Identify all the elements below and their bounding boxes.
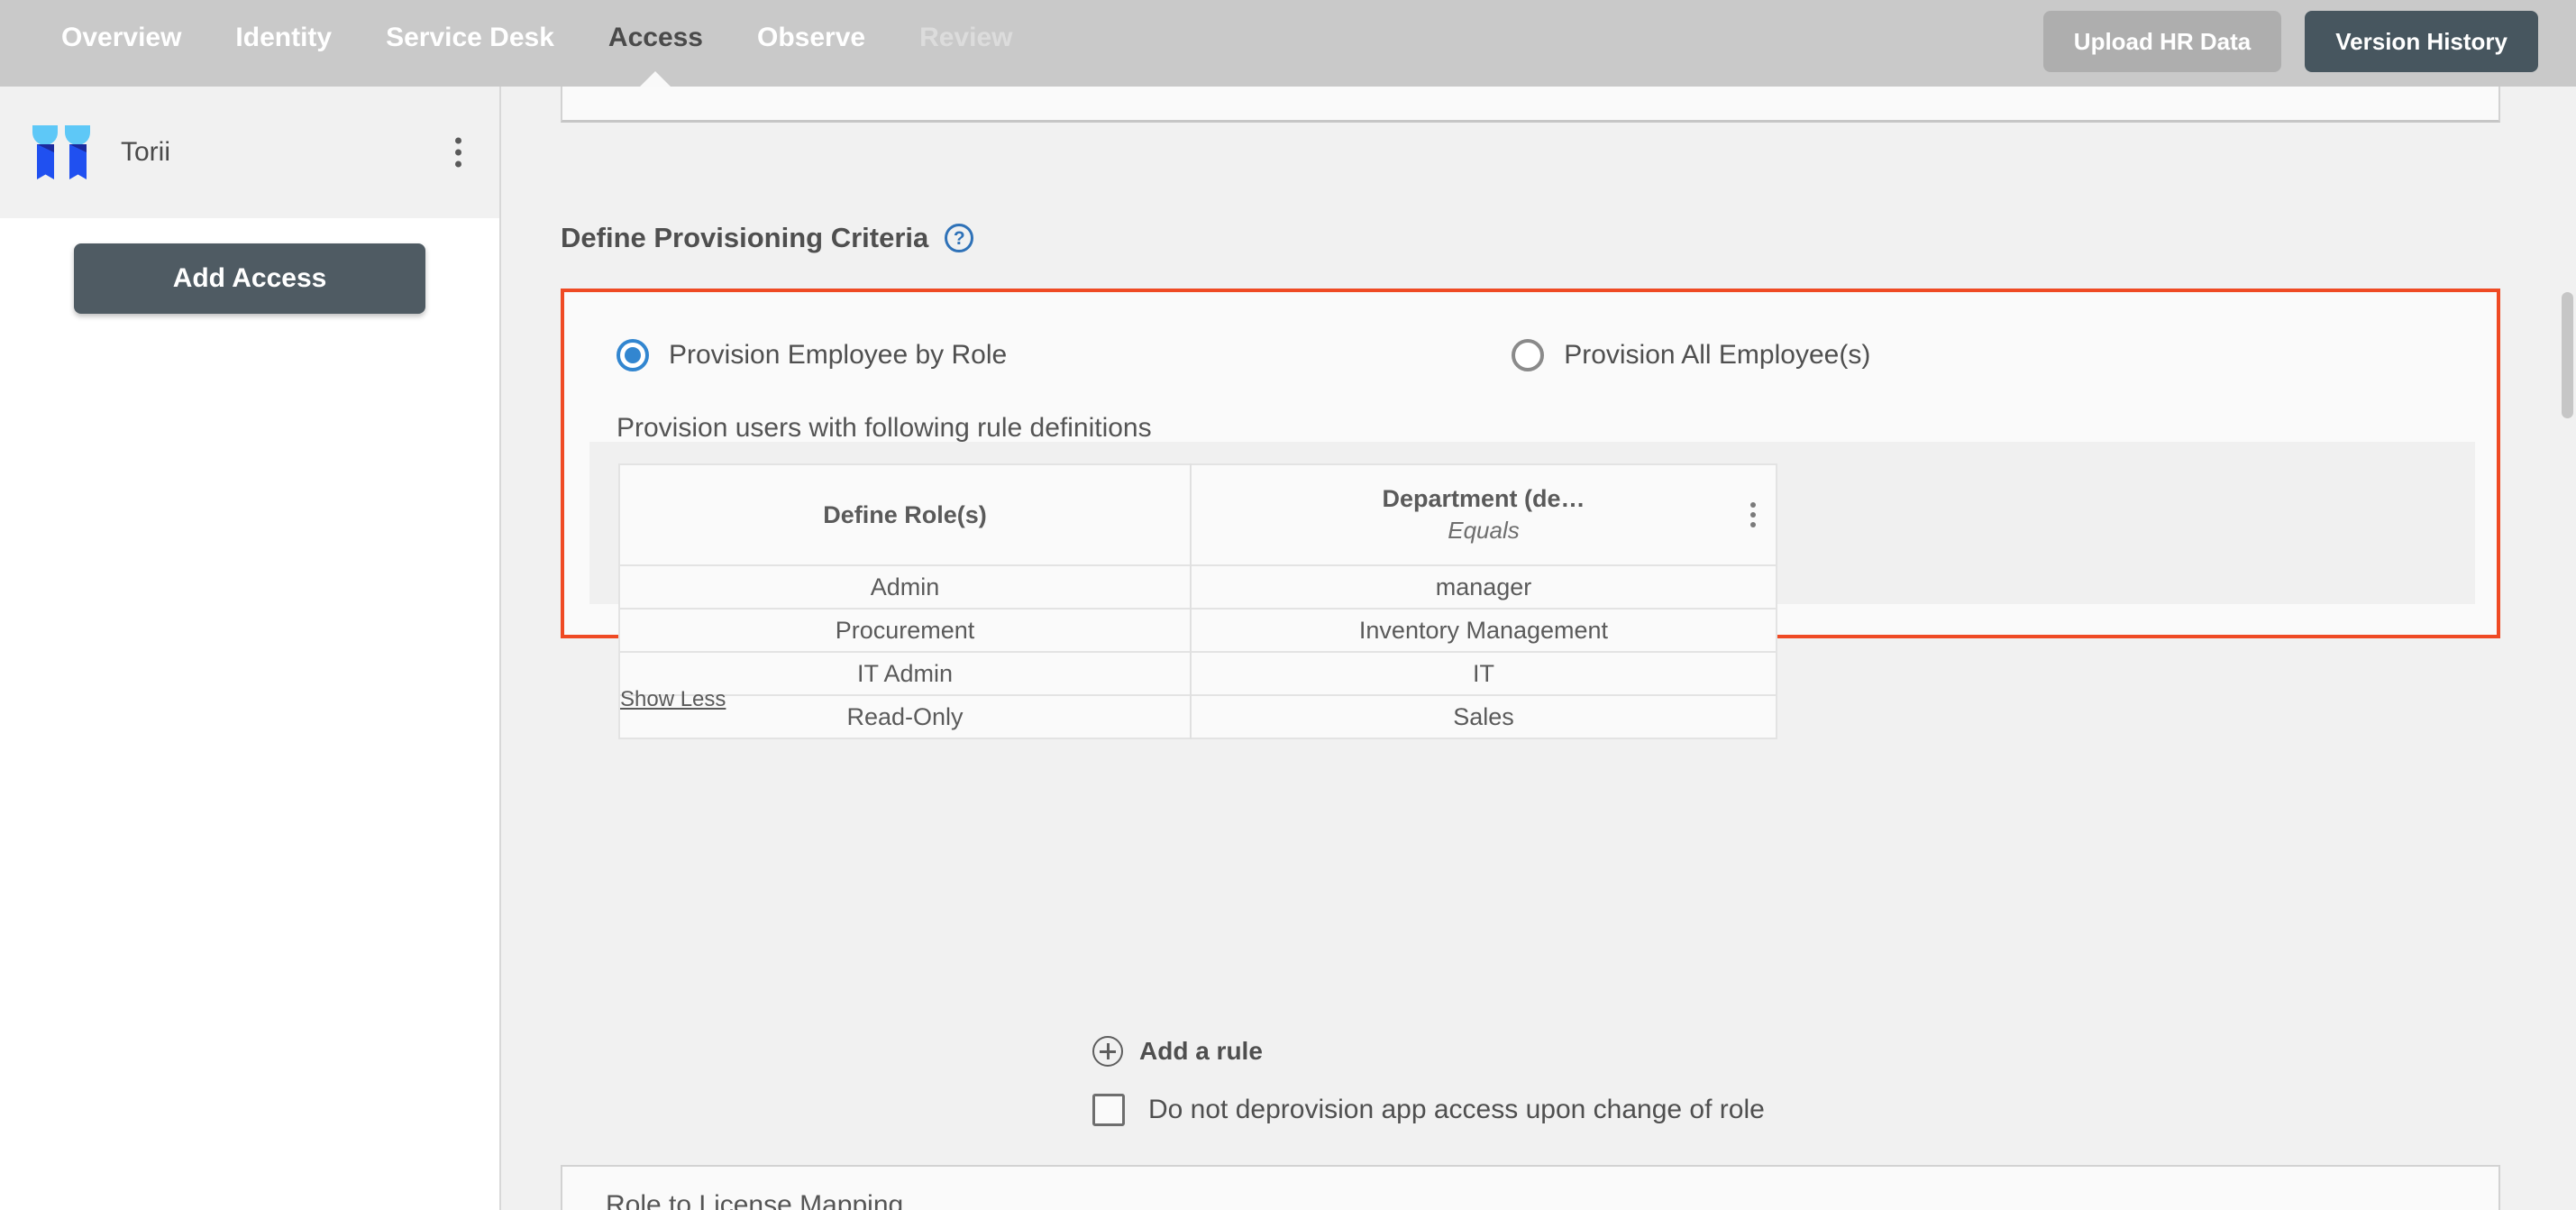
sidebar: Torii Add Access: [0, 87, 501, 1210]
table-header-row: Define Role(s) Department (de… Equals: [619, 464, 1777, 565]
nav-items: Overview Identity Service Desk Access Ob…: [0, 0, 1039, 87]
main-content: Define Provisioning Criteria ? Provision…: [503, 87, 2576, 1210]
torii-logo-icon: [32, 125, 90, 179]
table-row[interactable]: Read-Only Sales: [619, 694, 1777, 738]
table-row[interactable]: Procurement Inventory Management: [619, 608, 1777, 652]
radio-label-all-employees: Provision All Employee(s): [1564, 340, 1871, 370]
cell-department[interactable]: IT: [1191, 651, 1777, 695]
role-to-license-mapping-card: Role to License Mapping: [561, 1165, 2500, 1210]
radio-indicator-all-employees[interactable]: [1512, 339, 1545, 371]
upload-hr-data-button[interactable]: Upload HR Data: [2042, 11, 2282, 72]
table-row[interactable]: Admin manager: [619, 564, 1777, 609]
do-not-deprovision-label: Do not deprovision app access upon chang…: [1148, 1095, 1765, 1124]
add-a-rule-button[interactable]: Add a rule: [1092, 1036, 1263, 1067]
add-access-wrapper: Add Access: [0, 218, 499, 314]
main-scrollbar-thumb[interactable]: [2562, 292, 2573, 418]
cell-department[interactable]: manager: [1191, 564, 1777, 609]
table-header-define-roles-label: Define Role(s): [823, 500, 987, 528]
nav-actions: Upload HR Data Version History: [2042, 11, 2538, 72]
table-body: Admin manager Procurement Inventory Mana…: [619, 564, 1777, 738]
version-history-button[interactable]: Version History: [2305, 11, 2538, 72]
do-not-deprovision-checkbox-row[interactable]: Do not deprovision app access upon chang…: [1092, 1094, 1765, 1126]
top-card-partial: [561, 87, 2500, 123]
nav-tab-observe[interactable]: Observe: [730, 0, 892, 87]
app-header-card: Torii: [0, 87, 499, 218]
nav-tab-identity[interactable]: Identity: [208, 0, 359, 87]
section-title-row: Define Provisioning Criteria ?: [561, 222, 974, 254]
provisioning-criteria-panel: Provision Employee by Role Provision All…: [561, 289, 2500, 739]
table-header-department-label: Department (de…: [1382, 485, 1585, 512]
rule-table-container: Define Role(s) Department (de… Equals Ad…: [589, 442, 2475, 739]
rule-definitions-subtitle: Provision users with following rule defi…: [617, 413, 1152, 443]
nav-tab-access[interactable]: Access: [581, 0, 730, 87]
main-scrollbar-track[interactable]: [2556, 87, 2576, 1210]
add-a-rule-label: Add a rule: [1139, 1037, 1263, 1065]
add-access-button[interactable]: Add Access: [74, 243, 425, 314]
page-title: Define Provisioning Criteria: [561, 222, 929, 253]
nav-tab-service-desk[interactable]: Service Desk: [359, 0, 581, 87]
cell-department[interactable]: Sales: [1191, 694, 1777, 738]
table-header-define-roles[interactable]: Define Role(s): [619, 464, 1192, 565]
cell-role[interactable]: Admin: [619, 564, 1192, 609]
show-less-link[interactable]: Show Less: [620, 687, 726, 712]
top-navigation-bar: Overview Identity Service Desk Access Ob…: [0, 0, 2576, 87]
cell-role[interactable]: Procurement: [619, 608, 1192, 652]
do-not-deprovision-checkbox[interactable]: [1092, 1094, 1125, 1126]
cell-department[interactable]: Inventory Management: [1191, 608, 1777, 652]
more-vertical-icon[interactable]: [450, 133, 467, 173]
radio-label-by-role: Provision Employee by Role: [669, 340, 1008, 370]
nav-tab-review[interactable]: Review: [892, 0, 1039, 87]
radio-provision-all-employees[interactable]: Provision All Employee(s): [1512, 339, 1870, 371]
question-mark-circle-icon[interactable]: ?: [945, 224, 974, 252]
plus-circle-outline-icon: [1092, 1036, 1123, 1067]
column-more-vertical-icon[interactable]: [1750, 502, 1756, 527]
app-name-label: Torii: [121, 137, 171, 167]
role-to-license-mapping-title: Role to License Mapping: [606, 1190, 904, 1210]
provision-mode-radio-group: Provision Employee by Role Provision All…: [617, 339, 1870, 371]
nav-tab-overview[interactable]: Overview: [34, 0, 208, 87]
radio-provision-employee-by-role[interactable]: Provision Employee by Role: [617, 339, 1007, 371]
radio-indicator-by-role[interactable]: [617, 339, 649, 371]
table-row[interactable]: IT Admin IT: [619, 651, 1777, 695]
table-header-department[interactable]: Department (de… Equals: [1191, 464, 1777, 565]
table-header-department-operator: Equals: [1448, 517, 1520, 544]
provisioning-rule-table: Define Role(s) Department (de… Equals Ad…: [618, 463, 1777, 739]
